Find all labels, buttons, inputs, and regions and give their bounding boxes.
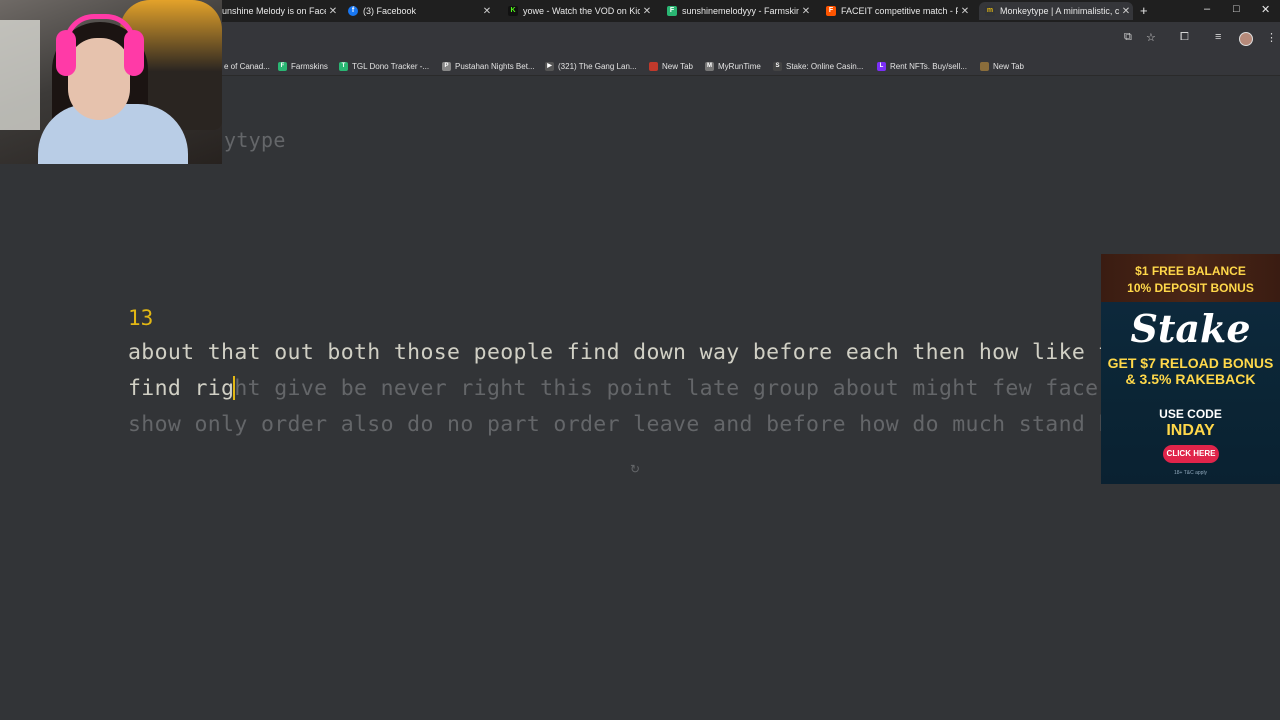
- bookmark-item[interactable]: F Farmskins: [278, 60, 328, 72]
- ad-click-here-button[interactable]: CLICK HERE: [1163, 445, 1219, 463]
- typed-text: find rig: [128, 376, 235, 401]
- farmskins-icon: F: [278, 61, 287, 71]
- face-shape: [68, 38, 130, 120]
- minimize-button[interactable]: –: [1204, 3, 1210, 15]
- tab-2[interactable]: K yowe - Watch the VOD on Kick ✕: [502, 2, 654, 20]
- tab-0[interactable]: unshine Melody is on Face ✕: [222, 2, 340, 20]
- youtube-icon: ▶: [545, 61, 554, 71]
- bookmark-label: Stake: Online Casin...: [786, 61, 864, 71]
- menu-kebab-icon[interactable]: ⋮: [1266, 31, 1277, 44]
- tab-1[interactable]: f (3) Facebook ✕: [342, 2, 494, 20]
- bookmark-label: Farmskins: [291, 61, 328, 71]
- monkeytype-icon: m: [985, 6, 995, 16]
- tab-title: (3) Facebook: [363, 6, 417, 16]
- ad-fine-print: 18+ T&C apply: [1173, 470, 1208, 476]
- farmskins-icon: F: [667, 6, 677, 16]
- bookmark-label: e of Canad...: [224, 61, 270, 71]
- ad-promo-code: INDAY: [1166, 422, 1215, 439]
- bookmark-item[interactable]: L Rent NFTs. Buy/sell...: [877, 60, 967, 72]
- bookmark-label: MyRunTime: [718, 61, 761, 71]
- ad-headline-2: 10% DEPOSIT BONUS: [1127, 281, 1254, 295]
- ad-use-code-label: USE CODE: [1159, 407, 1222, 421]
- profile-avatar[interactable]: [1239, 32, 1253, 46]
- tab-3[interactable]: F sunshinemelodyyy - Farmskins ✕: [661, 2, 813, 20]
- tgl-icon: T: [339, 61, 348, 71]
- word-counter: 13: [128, 306, 154, 330]
- bookmark-item[interactable]: e of Canad...: [224, 60, 270, 72]
- bookmark-item[interactable]: M MyRunTime: [705, 60, 761, 72]
- bookmark-star-icon[interactable]: ☆: [1146, 31, 1156, 44]
- stake-icon: S: [773, 61, 782, 71]
- pustahan-icon: P: [442, 61, 451, 71]
- tab-title: unshine Melody is on Face: [222, 6, 326, 16]
- bookmark-label: Rent NFTs. Buy/sell...: [890, 61, 967, 71]
- close-icon[interactable]: ✕: [480, 6, 494, 17]
- extensions-icon[interactable]: ⧠: [1180, 31, 1189, 44]
- shelf-shape: [0, 20, 40, 130]
- faceit-icon: F: [826, 6, 836, 16]
- nft-icon: L: [877, 61, 886, 71]
- headphone-right-icon: [124, 30, 144, 76]
- ad-offer-text: GET $7 RELOAD BONUS & 3.5% RAKEBACK: [1107, 355, 1274, 387]
- bookmark-item[interactable]: P Pustahan Nights Bet...: [442, 60, 535, 72]
- bookmark-label: New Tab: [993, 61, 1024, 71]
- stake-ad-banner[interactable]: $1 FREE BALANCE 10% DEPOSIT BONUS Stake …: [1101, 254, 1280, 484]
- bookmark-label: Pustahan Nights Bet...: [455, 61, 535, 71]
- close-icon[interactable]: ✕: [326, 6, 340, 17]
- bookmark-item[interactable]: ▶ (321) The Gang Lan...: [545, 60, 637, 72]
- close-icon[interactable]: ✕: [640, 6, 654, 17]
- close-window-button[interactable]: ✕: [1261, 3, 1270, 16]
- monkeytype-logo[interactable]: ytype: [224, 128, 286, 152]
- close-icon[interactable]: ✕: [958, 6, 972, 17]
- bookmark-item[interactable]: T TGL Dono Tracker -...: [339, 60, 429, 72]
- newtab-favicon-icon: [649, 61, 658, 71]
- kick-icon: K: [508, 6, 518, 16]
- webcam-overlay: [0, 0, 222, 164]
- close-icon[interactable]: ✕: [799, 6, 813, 17]
- bookmark-item[interactable]: New Tab: [649, 60, 693, 72]
- facebook-icon: f: [348, 6, 358, 16]
- bookmark-label: (321) The Gang Lan...: [558, 61, 637, 71]
- tab-4[interactable]: F FACEIT competitive match - FA ✕: [820, 2, 972, 20]
- tab-5-active[interactable]: m Monkeytype | A minimalistic, c ✕: [979, 2, 1133, 20]
- untyped-text: ht give be never right this point late g…: [234, 376, 1139, 401]
- words-line-upcoming: show only order also do no part order le…: [128, 412, 1139, 437]
- bookmark-item[interactable]: New Tab: [980, 60, 1024, 72]
- headphone-left-icon: [56, 30, 76, 76]
- ad-headline-1: $1 FREE BALANCE: [1135, 264, 1246, 278]
- newtab-favicon-icon: [980, 61, 989, 71]
- tab-title: sunshinemelodyyy - Farmskins: [682, 6, 799, 16]
- maximize-button[interactable]: □: [1233, 3, 1240, 15]
- words-line-typed: about that out both those people find do…: [128, 340, 1139, 365]
- new-tab-button[interactable]: +: [1140, 3, 1148, 18]
- close-icon[interactable]: ✕: [1119, 6, 1133, 17]
- media-queue-icon[interactable]: ≡: [1215, 31, 1221, 43]
- words-line-current[interactable]: find right give be never right this poin…: [128, 376, 1138, 401]
- install-app-icon[interactable]: ⧉: [1124, 31, 1132, 44]
- tab-title: yowe - Watch the VOD on Kick: [523, 6, 640, 16]
- myruntime-icon: M: [705, 61, 714, 71]
- restart-icon[interactable]: ↻: [630, 462, 640, 476]
- tab-title: FACEIT competitive match - FA: [841, 6, 958, 16]
- bookmark-label: TGL Dono Tracker -...: [352, 61, 430, 71]
- tab-title: Monkeytype | A minimalistic, c: [1000, 6, 1119, 16]
- stake-logo: Stake: [1130, 306, 1251, 351]
- bookmark-item[interactable]: S Stake: Online Casin...: [773, 60, 863, 72]
- screen: unshine Melody is on Face ✕ f (3) Facebo…: [0, 0, 1280, 720]
- bookmark-label: New Tab: [662, 61, 693, 71]
